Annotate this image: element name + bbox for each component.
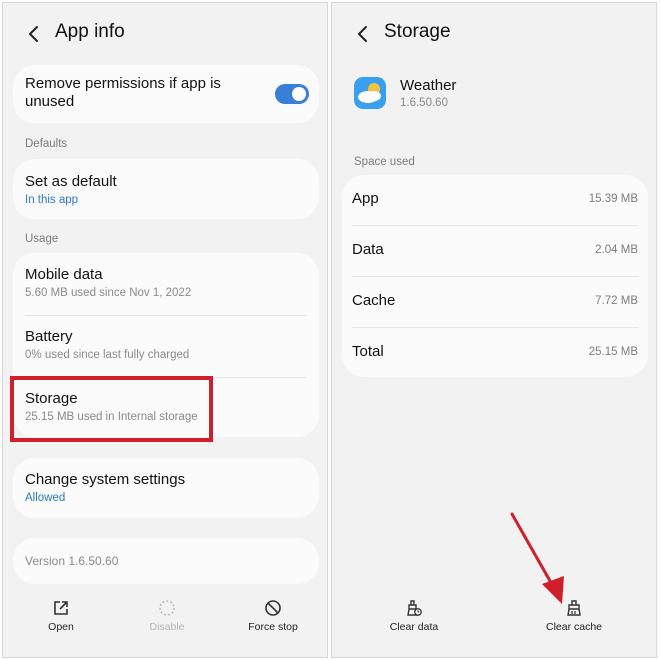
open-external-icon (54, 601, 68, 615)
app-info-screen: App info Remove permissions if app is un… (2, 2, 328, 658)
disable-button[interactable]: Disable (127, 595, 207, 647)
storage-data-row: Data 2.04 MB (342, 226, 648, 276)
remove-permissions-label: Remove permissions if app is unused (25, 75, 221, 110)
battery-title: Battery (25, 328, 73, 345)
disable-icon (159, 600, 175, 616)
storage-row-value: 15.39 MB (588, 193, 638, 205)
mobile-data-sub: 5.60 MB used since Nov 1, 2022 (25, 287, 192, 299)
storage-cache-row: Cache 7.72 MB (342, 277, 648, 327)
storage-row-label: App (352, 190, 379, 207)
storage-row-label: Total (352, 343, 384, 360)
storage-row-value: 25.15 MB (588, 346, 638, 358)
app-name: Weather (400, 77, 457, 94)
storage-highlight-box (10, 376, 213, 442)
version-card: Version 1.6.50.60 (13, 538, 319, 584)
back-arrow-icon[interactable] (352, 23, 374, 45)
clear-cache-button[interactable]: Clear cache (534, 595, 614, 647)
set-default-sub: In this app (25, 194, 79, 206)
clear-data-button[interactable]: Clear data (374, 595, 454, 647)
remove-permissions-card[interactable]: Remove permissions if app is unused (13, 65, 319, 123)
version-text: Version 1.6.50.60 (25, 554, 119, 568)
change-settings-sub: Allowed (25, 492, 66, 504)
storage-row-value: 2.04 MB (595, 244, 638, 256)
clear-cache-icon (567, 600, 581, 616)
page-title: App info (55, 21, 125, 42)
mobile-data-row[interactable]: Mobile data 5.60 MB used since Nov 1, 20… (13, 253, 319, 315)
force-stop-icon (265, 600, 281, 616)
battery-row[interactable]: Battery 0% used since last fully charged (13, 315, 319, 377)
set-default-title: Set as default (25, 173, 117, 190)
defaults-section-label: Defaults (25, 138, 68, 150)
page-title: Storage (384, 21, 451, 42)
open-label: Open (48, 621, 74, 633)
storage-row-value: 7.72 MB (595, 295, 638, 307)
bottom-action-bar: Clear data Clear cache (332, 587, 656, 657)
storage-total-row: Total 25.15 MB (342, 328, 648, 377)
storage-screen: Storage Weather 1.6.50.60 Space used App… (331, 2, 657, 658)
space-used-label: Space used (354, 156, 415, 168)
weather-app-icon (354, 77, 386, 109)
storage-row-label: Cache (352, 292, 396, 309)
back-arrow-icon[interactable] (23, 23, 45, 45)
remove-permissions-toggle[interactable] (275, 84, 309, 104)
bottom-action-bar: Open Disable Force stop (3, 587, 327, 657)
battery-sub: 0% used since last fully charged (25, 349, 190, 361)
change-settings-card[interactable]: Change system settings Allowed (13, 458, 319, 518)
clear-data-icon (407, 600, 422, 616)
force-stop-label: Force stop (248, 621, 298, 633)
storage-header: Storage (332, 3, 656, 63)
storage-row-label: Data (352, 241, 384, 258)
storage-app-row: App 15.39 MB (342, 175, 648, 225)
clear-data-label: Clear data (389, 621, 439, 633)
force-stop-button[interactable]: Force stop (233, 595, 313, 647)
open-button[interactable]: Open (21, 595, 101, 647)
clear-cache-label: Clear cache (545, 621, 603, 633)
usage-section-label: Usage (25, 233, 59, 245)
mobile-data-title: Mobile data (25, 266, 103, 283)
app-info-header: App info (3, 3, 327, 63)
disable-label: Disable (149, 621, 185, 633)
set-default-card[interactable]: Set as default In this app (13, 159, 319, 219)
app-version: 1.6.50.60 (400, 97, 448, 109)
change-settings-title: Change system settings (25, 471, 186, 488)
space-used-card: App 15.39 MB Data 2.04 MB Cache 7.72 MB … (342, 175, 648, 377)
